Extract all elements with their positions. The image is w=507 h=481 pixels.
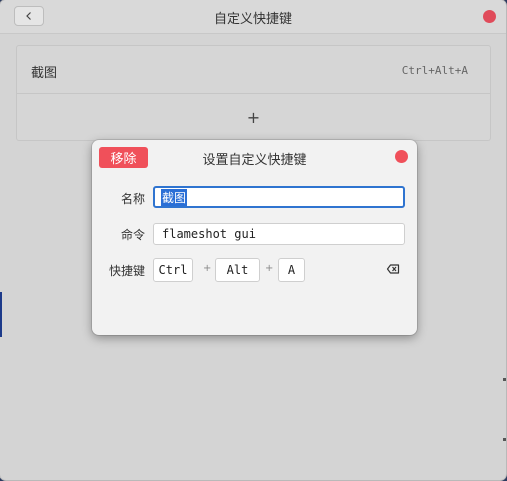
command-input[interactable]: flameshot gui — [153, 223, 405, 245]
right-edge-mark — [503, 378, 506, 381]
key-separator: + — [203, 263, 212, 274]
key-ctrl[interactable]: Ctrl — [153, 258, 193, 282]
dialog-titlebar: 移除 设置自定义快捷键 — [92, 140, 417, 173]
shortcut-list: 截图 Ctrl+Alt+A + — [16, 45, 491, 141]
key-alt[interactable]: Alt — [215, 258, 260, 282]
shortcut-settings-window: 自定义快捷键 截图 Ctrl+Alt+A + 移除 设置自定义快捷键 名称 截图… — [0, 0, 506, 480]
right-edge-mark — [503, 438, 506, 441]
shortcut-keys: Ctrl+Alt+A — [401, 64, 468, 77]
add-shortcut-button[interactable]: + — [17, 94, 490, 140]
edit-shortcut-dialog: 移除 设置自定义快捷键 名称 截图 命令 flameshot gui 快捷键 C… — [92, 140, 417, 335]
name-input[interactable]: 截图 — [153, 186, 405, 208]
plus-icon: + — [246, 107, 261, 127]
left-edge-accent — [0, 292, 2, 337]
name-label: 名称 — [120, 192, 145, 206]
backspace-icon[interactable] — [386, 262, 400, 276]
dialog-title: 设置自定义快捷键 — [202, 153, 307, 168]
name-row: 名称 截图 — [92, 186, 417, 210]
shortcut-keys-row: 快捷键 Ctrl + Alt + A — [92, 258, 417, 282]
desktop-background: 自定义快捷键 截图 Ctrl+Alt+A + 移除 设置自定义快捷键 名称 截图… — [0, 0, 507, 481]
name-input-value: 截图 — [161, 188, 188, 206]
shortcut-name: 截图 — [31, 66, 58, 81]
shortcut-label: 快捷键 — [108, 264, 145, 278]
command-label: 命令 — [120, 228, 145, 242]
window-title: 自定义快捷键 — [213, 12, 292, 27]
command-input-value: flameshot gui — [162, 227, 256, 241]
command-row: 命令 flameshot gui — [92, 222, 417, 246]
key-separator: + — [265, 263, 274, 274]
close-dialog-button[interactable] — [395, 150, 408, 163]
shortcut-row[interactable]: 截图 Ctrl+Alt+A — [17, 46, 490, 94]
window-titlebar: 自定义快捷键 — [0, 0, 506, 34]
close-window-button[interactable] — [483, 10, 496, 23]
key-a[interactable]: A — [278, 258, 305, 282]
